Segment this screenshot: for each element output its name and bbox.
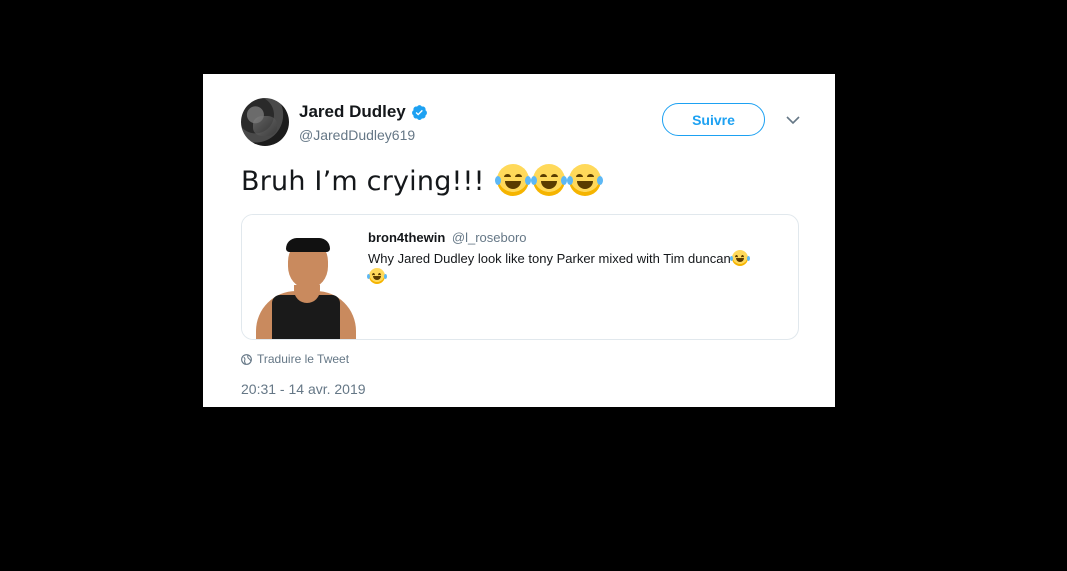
author-handle[interactable]: @JaredDudley619 [299, 127, 415, 143]
translate-label: Traduire le Tweet [257, 352, 350, 366]
verified-badge-icon [411, 104, 427, 120]
quoted-tweet-header: bron4thewin @l_roseboro [368, 230, 527, 245]
author-avatar[interactable] [241, 98, 289, 146]
quoted-tweet-text: Why Jared Dudley look like tony Parker m… [367, 250, 778, 286]
face-with-tears-of-joy-icon [729, 250, 750, 266]
quoted-author-handle: @l_roseboro [451, 230, 527, 245]
author-name-row: Jared Dudley [299, 102, 428, 122]
follow-button[interactable]: Suivre [662, 103, 765, 136]
face-with-tears-of-joy-icon [531, 164, 568, 196]
tweet-text-body: Bruh I’m crying!!! [241, 166, 485, 197]
translate-tweet-link[interactable]: Traduire le Tweet [241, 352, 349, 366]
quoted-tweet-image [242, 215, 366, 339]
face-with-tears-of-joy-icon [495, 164, 532, 196]
face-with-tears-of-joy-icon [367, 268, 387, 284]
tweet-timestamp[interactable]: 20:31 - 14 avr. 2019 [241, 381, 366, 397]
quoted-tweet-text-body: Why Jared Dudley look like tony Parker m… [368, 251, 731, 266]
tweet-text: Bruh I’m crying!!! [241, 164, 604, 197]
tweet-card: Jared Dudley @JaredDudley619 Suivre Bruh… [203, 74, 835, 407]
face-with-tears-of-joy-icon [567, 164, 604, 196]
globe-icon [241, 353, 252, 365]
quoted-author-name: bron4thewin [368, 230, 446, 245]
chevron-down-icon[interactable] [785, 114, 801, 126]
quoted-tweet[interactable]: bron4thewin @l_roseboro Why Jared Dudley… [241, 214, 799, 340]
author-name[interactable]: Jared Dudley [299, 102, 406, 122]
